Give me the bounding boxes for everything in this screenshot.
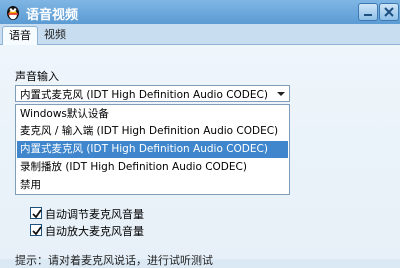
tab-voice[interactable]: 语音 bbox=[2, 26, 38, 46]
dropdown-option[interactable]: Windows默认设备 bbox=[17, 106, 288, 123]
title-bar: 语音视频 bbox=[0, 0, 400, 24]
footer-hint-text: 提示：请对着麦克风说话，进行试听测试 bbox=[15, 254, 213, 267]
dropdown-option[interactable]: 禁用 bbox=[17, 177, 288, 194]
close-icon bbox=[384, 7, 394, 17]
tab-voice-label: 语音 bbox=[9, 29, 31, 42]
tab-bar: 语音 视频 bbox=[0, 24, 400, 46]
checkmark-icon bbox=[32, 209, 42, 219]
audio-input-dropdown-list: Windows默认设备 麦克风 / 输入端 (IDT High Definiti… bbox=[15, 104, 290, 195]
chevron-down-icon bbox=[277, 92, 285, 96]
audio-input-select[interactable]: 内置式麦克风 (IDT High Definition Audio CODEC) bbox=[15, 85, 290, 102]
minimize-button[interactable] bbox=[358, 3, 378, 21]
dropdown-option[interactable]: 麦克风 / 输入端 (IDT High Definition Audio COD… bbox=[17, 123, 288, 140]
auto-boost-mic-volume-label: 自动放大麦克风音量 bbox=[45, 225, 144, 238]
auto-boost-mic-volume-checkbox[interactable] bbox=[30, 224, 42, 236]
close-button[interactable] bbox=[379, 3, 399, 21]
tab-video-label: 视频 bbox=[44, 28, 66, 41]
checkmark-icon bbox=[32, 226, 42, 236]
auto-adjust-mic-volume-checkbox[interactable] bbox=[30, 207, 42, 219]
audio-input-selected-value: 内置式麦克风 (IDT High Definition Audio CODEC) bbox=[20, 89, 268, 101]
tab-video[interactable]: 视频 bbox=[38, 26, 72, 44]
dropdown-option[interactable]: 录制播放 (IDT High Definition Audio CODEC) bbox=[17, 159, 288, 176]
qq-penguin-icon bbox=[7, 6, 19, 20]
audio-input-label: 声音输入 bbox=[15, 70, 59, 83]
dropdown-option-highlighted[interactable]: 内置式麦克风 (IDT High Definition Audio CODEC) bbox=[17, 141, 288, 158]
minimize-icon bbox=[364, 14, 372, 16]
auto-adjust-mic-volume-label: 自动调节麦克风音量 bbox=[45, 208, 144, 221]
window-title: 语音视频 bbox=[26, 8, 79, 23]
